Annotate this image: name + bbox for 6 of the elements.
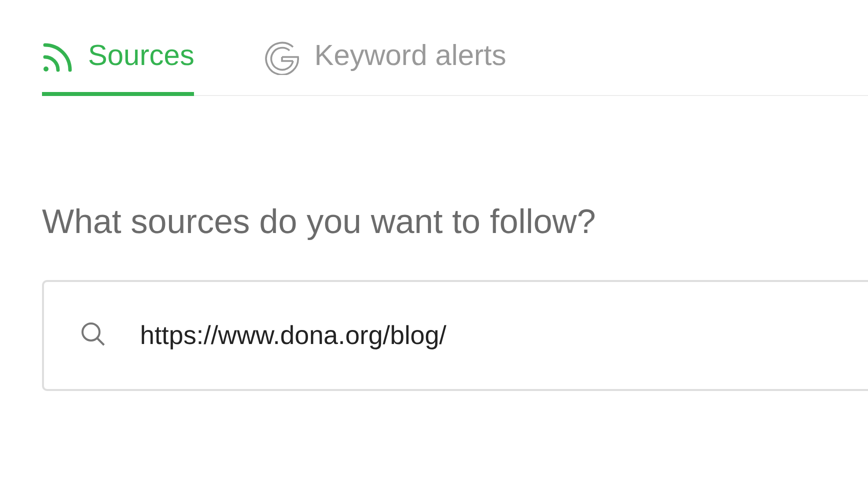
heading: What sources do you want to follow? <box>42 202 597 243</box>
tab[interactable]: Keyword alerts <box>264 28 506 96</box>
tab[interactable]: Sources <box>42 28 194 96</box>
search-field[interactable]: https://www.dona.org/blog/ <box>42 280 868 391</box>
google-g-icon <box>264 39 300 75</box>
rss-icon <box>42 41 74 73</box>
